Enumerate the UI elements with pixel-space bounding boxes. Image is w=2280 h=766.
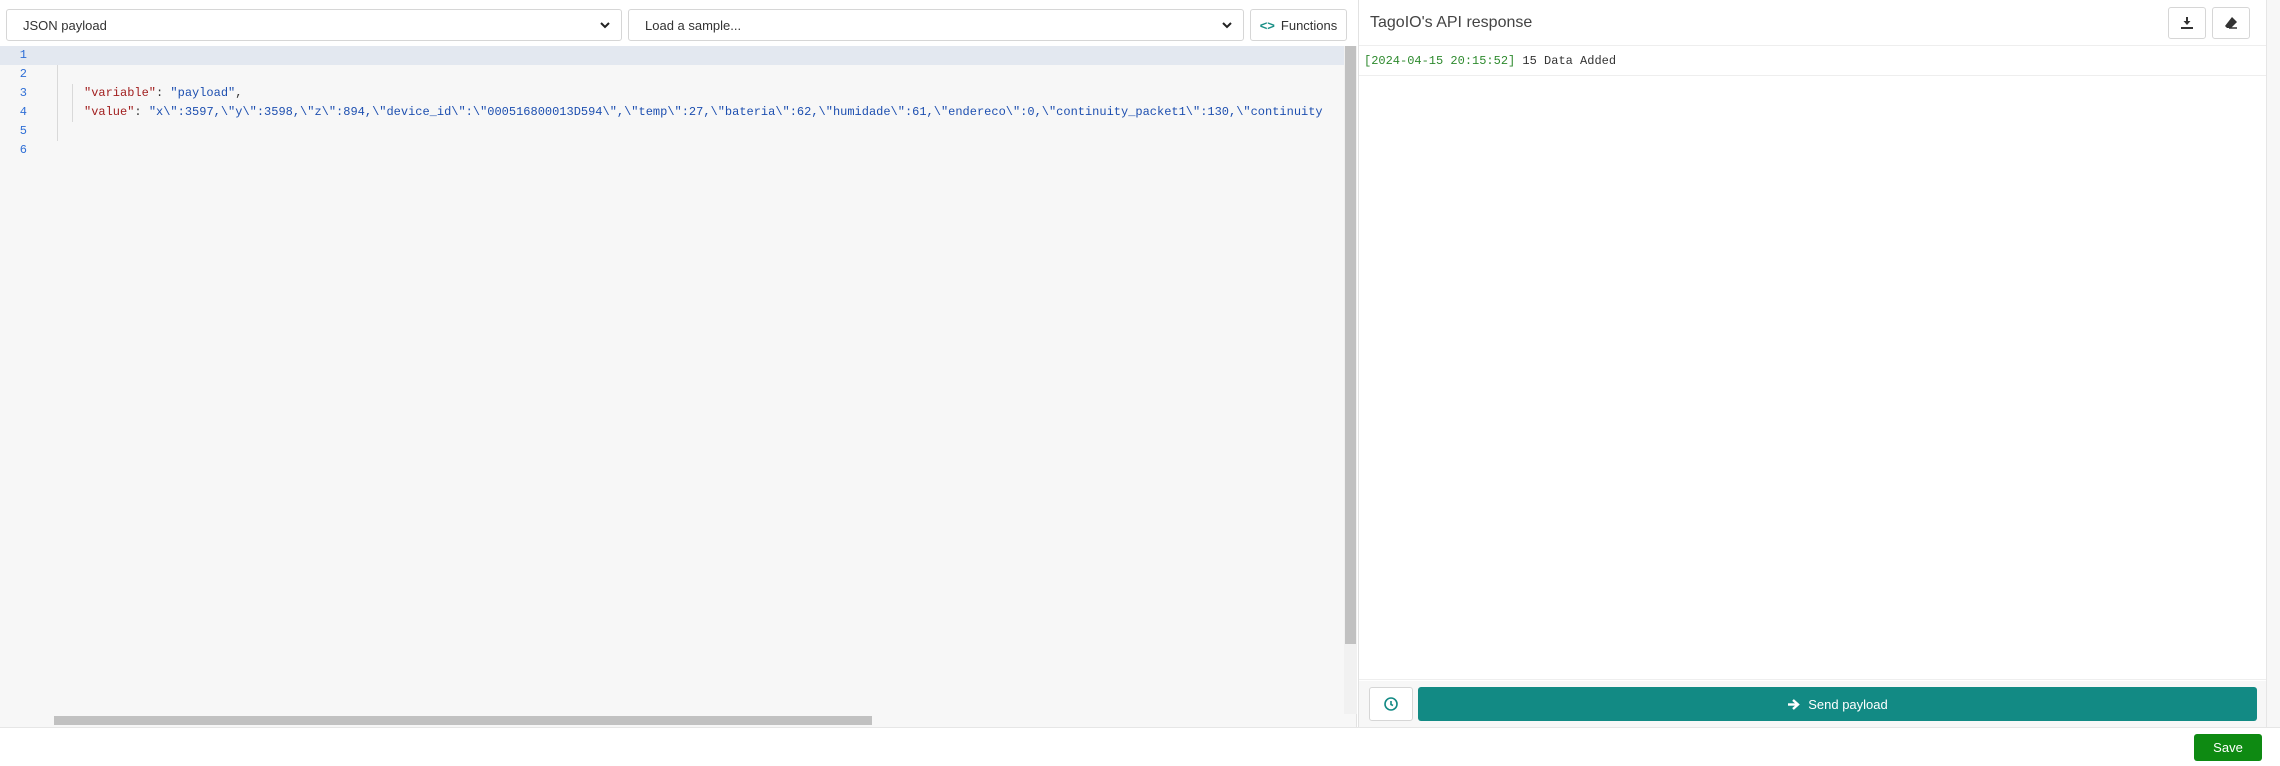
send-payload-button[interactable]: Send payload	[1418, 687, 2257, 721]
code-line: "variable": "payload",	[84, 84, 1373, 103]
code-line: }	[69, 122, 1358, 141]
response-log: [2024-04-15 20:15:52] 15 Data Added	[1359, 46, 2266, 680]
code-line: [	[55, 46, 1344, 65]
json-string: "x\":3597,\"y\":3598,\"z\":894,\"device_…	[148, 105, 1323, 119]
payload-mode-select[interactable]: JSON payload	[6, 9, 622, 41]
send-payload-label: Send payload	[1808, 696, 1888, 712]
code-token: ,	[235, 86, 243, 100]
download-button[interactable]	[2168, 7, 2206, 39]
code-brackets-icon: <>	[1259, 17, 1275, 33]
json-string: "payload"	[170, 86, 236, 100]
log-divider	[1359, 75, 2266, 76]
horizontal-scrollbar-thumb[interactable]	[54, 716, 872, 725]
eraser-icon	[2225, 17, 2237, 29]
page-scrollbar[interactable]	[2266, 0, 2280, 727]
functions-label: Functions	[1280, 17, 1338, 33]
code-editor[interactable]: 1 2 3 4 5 6 [ { "variable": "payload", "…	[0, 46, 1344, 714]
chevron-down-icon	[600, 22, 610, 29]
code-line: ]	[55, 141, 1344, 160]
save-button[interactable]: Save	[2194, 734, 2262, 761]
response-header: TagoIO's API response	[1359, 0, 2266, 46]
indent-guide	[57, 65, 58, 141]
json-key: "value"	[84, 105, 135, 119]
api-response-pane: TagoIO's API response [2024-04-15 20:15:…	[1358, 0, 2266, 727]
line-number: 2	[19, 67, 27, 81]
line-number: 5	[19, 124, 27, 138]
indent-guide	[72, 84, 73, 122]
response-title: TagoIO's API response	[1370, 14, 1533, 31]
clear-log-button[interactable]	[2212, 7, 2250, 39]
send-bar: Send payload	[1359, 681, 2266, 727]
vertical-scrollbar-thumb[interactable]	[1345, 46, 1356, 644]
line-number: 3	[19, 86, 27, 100]
code-token: :	[156, 86, 171, 100]
editor-toolbar: JSON payload Load a sample... <> Functio…	[0, 0, 1357, 46]
code-line: {	[69, 65, 1358, 84]
payload-editor-pane: JSON payload Load a sample... <> Functio…	[0, 0, 1357, 727]
json-key: "variable"	[84, 86, 157, 100]
log-timestamp: [2024-04-15 20:15:52]	[1364, 54, 1516, 68]
line-number-gutter: 1 2 3 4 5 6	[0, 46, 40, 714]
history-clock-icon	[1384, 697, 1398, 711]
load-sample-value: Load a sample...	[645, 17, 742, 33]
line-number: 1	[19, 48, 27, 62]
code-line: "value": "x\":3597,\"y\":3598,\"z\":894,…	[84, 103, 1344, 122]
payload-mode-value: JSON payload	[23, 17, 107, 33]
arrow-right-icon	[1788, 698, 1801, 710]
code-token: :	[134, 105, 149, 119]
functions-button[interactable]: <> Functions	[1250, 9, 1347, 41]
log-message: 15 Data Added	[1515, 54, 1617, 68]
history-button[interactable]	[1369, 687, 1413, 721]
footer-bar: Save	[0, 727, 2280, 766]
download-icon	[2181, 17, 2193, 29]
chevron-down-icon	[1222, 22, 1232, 29]
line-number: 4	[19, 105, 27, 119]
line-number: 6	[19, 143, 27, 157]
load-sample-select[interactable]: Load a sample...	[628, 9, 1244, 41]
log-entry: [2024-04-15 20:15:52] 15 Data Added	[1364, 54, 1616, 68]
